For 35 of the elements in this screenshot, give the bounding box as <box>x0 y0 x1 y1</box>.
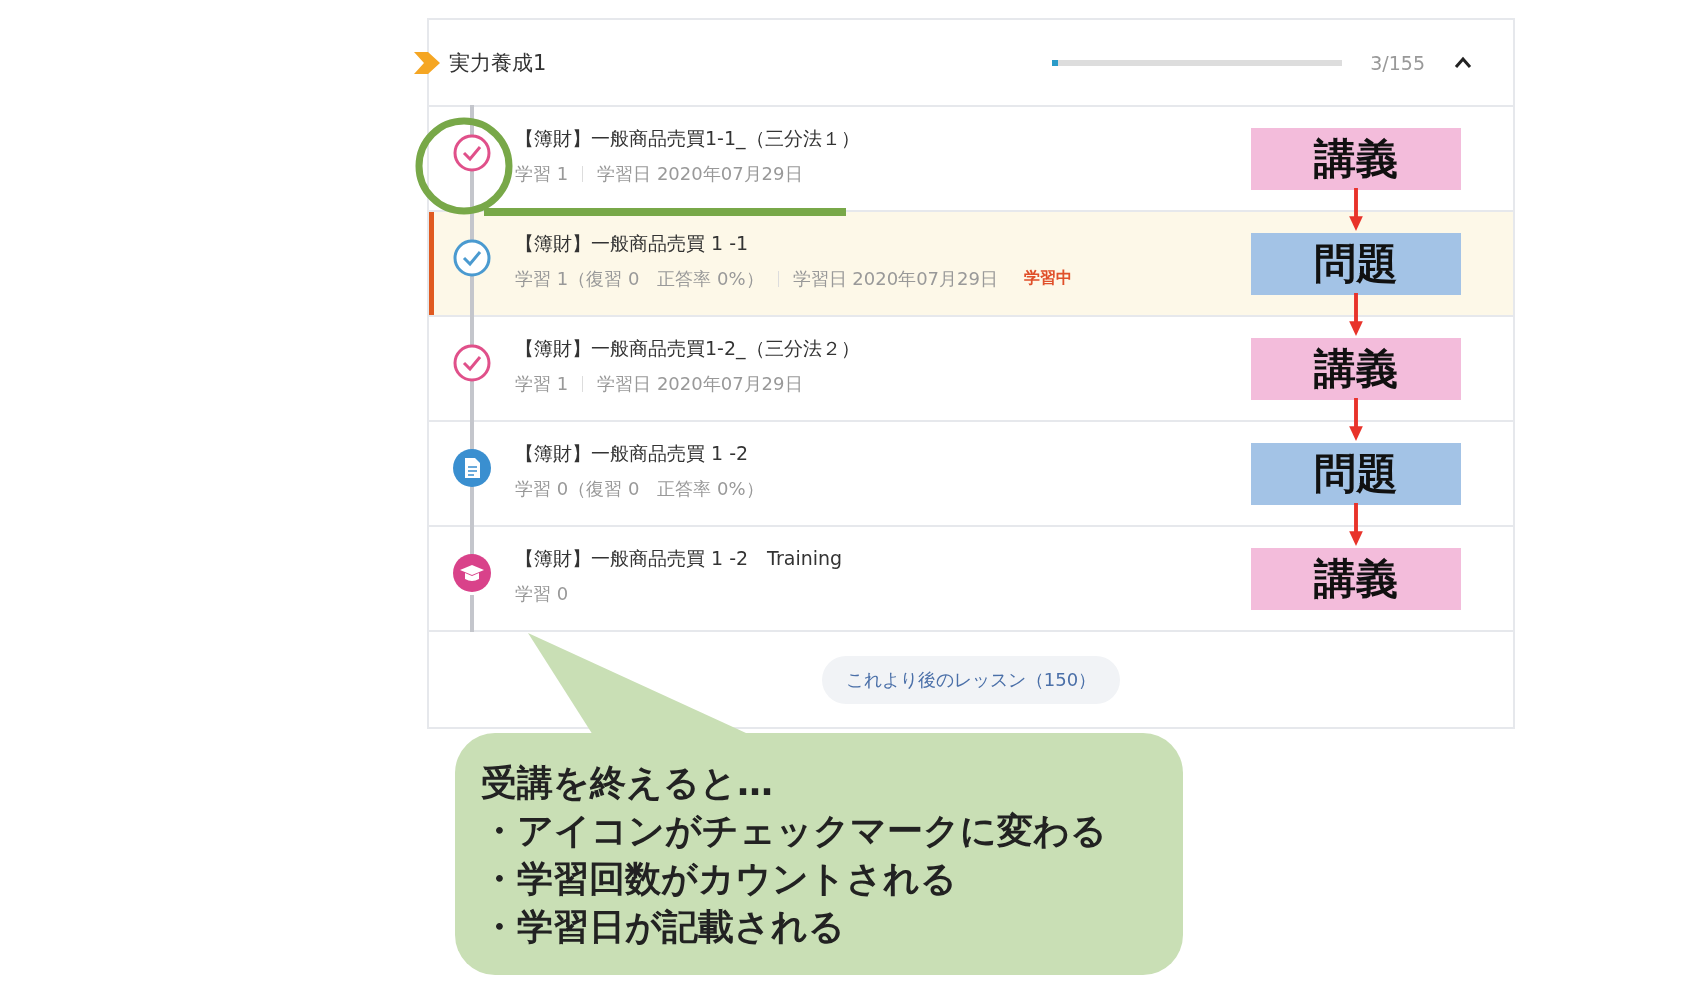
lesson-row[interactable]: 【簿財】一般商品売買 1 -1 学習 1（復習 0 正答率 0%） 学習日 2020年07月29日 学習中 問題 <box>429 212 1513 317</box>
lesson-meta: 学習 1 <box>515 371 569 396</box>
lesson-row[interactable]: 【簿財】一般商品売買 1 -2 Training 学習 0 講義 <box>429 527 1513 632</box>
lesson-meta: 学習 0 <box>515 581 569 606</box>
lesson-meta: 学習 0（復習 0 正答率 0%） <box>515 476 764 501</box>
lesson-title: 【簿財】一般商品売買 1 -2 <box>515 440 750 466</box>
lesson-type-label: 講義 <box>1251 337 1461 400</box>
down-arrow <box>1348 503 1364 546</box>
lesson-row[interactable]: 【簿財】一般商品売買1-2_（三分法２） 学習 1 学習日 2020年07月29日 講義 <box>429 317 1513 422</box>
lesson-meta: 学習 1 <box>515 161 569 186</box>
lesson-title: 【簿財】一般商品売買1-1_（三分法１） <box>515 125 861 152</box>
status-label: 学習中 <box>1023 268 1072 289</box>
lesson-meta: 学習日 2020年07月29日 <box>597 371 803 396</box>
lesson-type-label: 問題 <box>1251 232 1461 295</box>
lesson-title: 【簿財】一般商品売買1-2_（三分法２） <box>515 335 861 362</box>
lesson-type-label: 講義 <box>1251 127 1461 190</box>
callout-text: 受講を終えると… <box>481 761 774 805</box>
lesson-meta: 学習日 2020年07月29日 <box>597 161 803 186</box>
down-arrow <box>1348 398 1364 441</box>
chevron-icon <box>414 49 440 76</box>
lesson-meta: 学習日 2020年07月29日 <box>792 266 998 291</box>
more-lessons-button[interactable]: これより後のレッスン（150） <box>821 655 1121 704</box>
lesson-meta: 学習 1（復習 0 正答率 0%） <box>515 266 764 291</box>
lesson-title: 【簿財】一般商品売買 1 -1 <box>515 230 750 256</box>
callout-text: ・学習日が記載される <box>481 905 846 949</box>
callout-text: ・学習回数がカウントされる <box>481 857 958 901</box>
lesson-type-label: 問題 <box>1251 442 1461 505</box>
down-arrow <box>1348 293 1364 336</box>
lesson-title: 【簿財】一般商品売買 1 -2 Training <box>515 545 844 571</box>
progress-count: 3/155 <box>1370 51 1425 74</box>
section-title: 実力養成1 <box>449 49 547 77</box>
callout-text: ・アイコンがチェックマークに変わる <box>481 809 1108 853</box>
lesson-type-label: 講義 <box>1251 547 1461 610</box>
lesson-row[interactable]: 【簿財】一般商品売買 1 -2 学習 0（復習 0 正答率 0%） 問題 <box>429 422 1513 527</box>
down-arrow <box>1348 188 1364 231</box>
